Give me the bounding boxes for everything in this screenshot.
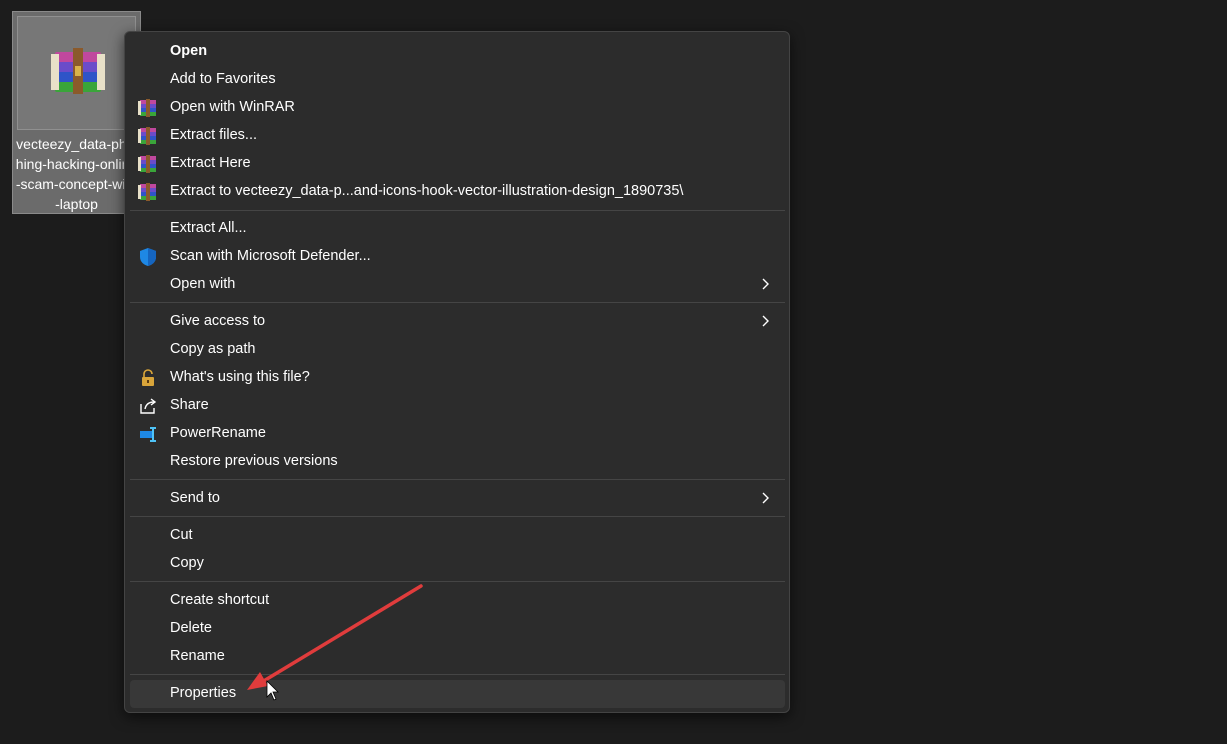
menu-item-open-with[interactable]: Open with xyxy=(130,271,785,299)
menu-item-powerrename[interactable]: PowerRename xyxy=(130,420,785,448)
menu-item-label: Share xyxy=(170,397,209,413)
menu-item-label: Cut xyxy=(170,527,193,543)
menu-item-label: What's using this file? xyxy=(170,369,310,385)
chevron-right-icon xyxy=(762,278,769,290)
menu-item-label: Copy as path xyxy=(170,341,256,357)
winrar-icon xyxy=(138,183,156,201)
file-thumbnail xyxy=(17,16,136,130)
menu-item-open[interactable]: Open xyxy=(130,38,785,66)
winrar-icon xyxy=(138,155,156,173)
menu-item-label: Properties xyxy=(170,685,237,701)
menu-item-extract-all[interactable]: Extract All... xyxy=(130,215,785,243)
menu-item-label: Send to xyxy=(170,490,220,506)
chevron-right-icon xyxy=(762,492,769,504)
menu-item-copy-as-path[interactable]: Copy as path xyxy=(130,336,785,364)
menu-item-label: PowerRename xyxy=(170,425,266,441)
desktop-file-item[interactable]: vecteezy_data-phishing-hacking-online-sc… xyxy=(12,11,141,214)
menu-item-label: Give access to xyxy=(170,313,266,329)
menu-item-scan-defender[interactable]: Scan with Microsoft Defender... xyxy=(130,243,785,271)
winrar-icon xyxy=(138,99,156,117)
menu-item-label: Delete xyxy=(170,620,212,636)
menu-item-label: Extract All... xyxy=(170,220,247,236)
menu-item-label: Open with WinRAR xyxy=(170,99,295,115)
menu-separator xyxy=(130,581,785,582)
menu-separator xyxy=(130,210,785,211)
share-icon xyxy=(140,398,157,414)
menu-item-cut[interactable]: Cut xyxy=(130,522,785,550)
context-menu: Open Add to Favorites Open with WinRAR E… xyxy=(124,31,790,713)
file-name-label: vecteezy_data-phishing-hacking-online-sc… xyxy=(15,136,138,212)
menu-separator xyxy=(130,674,785,675)
menu-item-create-shortcut[interactable]: Create shortcut xyxy=(130,587,785,615)
menu-item-extract-files[interactable]: Extract files... xyxy=(130,122,785,150)
menu-item-extract-to-folder[interactable]: Extract to vecteezy_data-p...and-icons-h… xyxy=(130,178,785,206)
menu-item-label: Add to Favorites xyxy=(170,71,276,87)
menu-item-copy[interactable]: Copy xyxy=(130,550,785,578)
menu-item-rename[interactable]: Rename xyxy=(130,643,785,671)
menu-item-open-with-winrar[interactable]: Open with WinRAR xyxy=(130,94,785,122)
powerrename-icon xyxy=(140,427,156,442)
menu-item-label: Rename xyxy=(170,648,225,664)
defender-shield-icon xyxy=(140,248,156,266)
menu-item-label: Open with xyxy=(170,276,236,292)
menu-item-delete[interactable]: Delete xyxy=(130,615,785,643)
menu-item-label: Create shortcut xyxy=(170,592,270,608)
menu-item-label: Open xyxy=(170,43,208,59)
winrar-archive-icon xyxy=(51,48,105,94)
menu-separator xyxy=(130,479,785,480)
menu-item-share[interactable]: Share xyxy=(130,392,785,420)
menu-item-label: Restore previous versions xyxy=(170,453,338,469)
menu-item-extract-here[interactable]: Extract Here xyxy=(130,150,785,178)
menu-item-label: Scan with Microsoft Defender... xyxy=(170,248,371,264)
menu-item-label: Extract Here xyxy=(170,155,251,171)
winrar-icon xyxy=(138,127,156,145)
menu-separator xyxy=(130,302,785,303)
menu-item-label: Extract to vecteezy_data-p...and-icons-h… xyxy=(170,183,684,199)
menu-item-whats-using-file[interactable]: What's using this file? xyxy=(130,364,785,392)
menu-item-add-to-favorites[interactable]: Add to Favorites xyxy=(130,66,785,94)
desktop: vecteezy_data-phishing-hacking-online-sc… xyxy=(0,0,1227,744)
menu-item-send-to[interactable]: Send to xyxy=(130,485,785,513)
lock-icon xyxy=(142,369,154,386)
menu-item-restore-previous-versions[interactable]: Restore previous versions xyxy=(130,448,785,476)
menu-item-label: Extract files... xyxy=(170,127,258,143)
menu-separator xyxy=(130,516,785,517)
menu-item-give-access-to[interactable]: Give access to xyxy=(130,308,785,336)
chevron-right-icon xyxy=(762,315,769,327)
menu-item-properties[interactable]: Properties xyxy=(130,680,785,708)
menu-item-label: Copy xyxy=(170,555,204,571)
